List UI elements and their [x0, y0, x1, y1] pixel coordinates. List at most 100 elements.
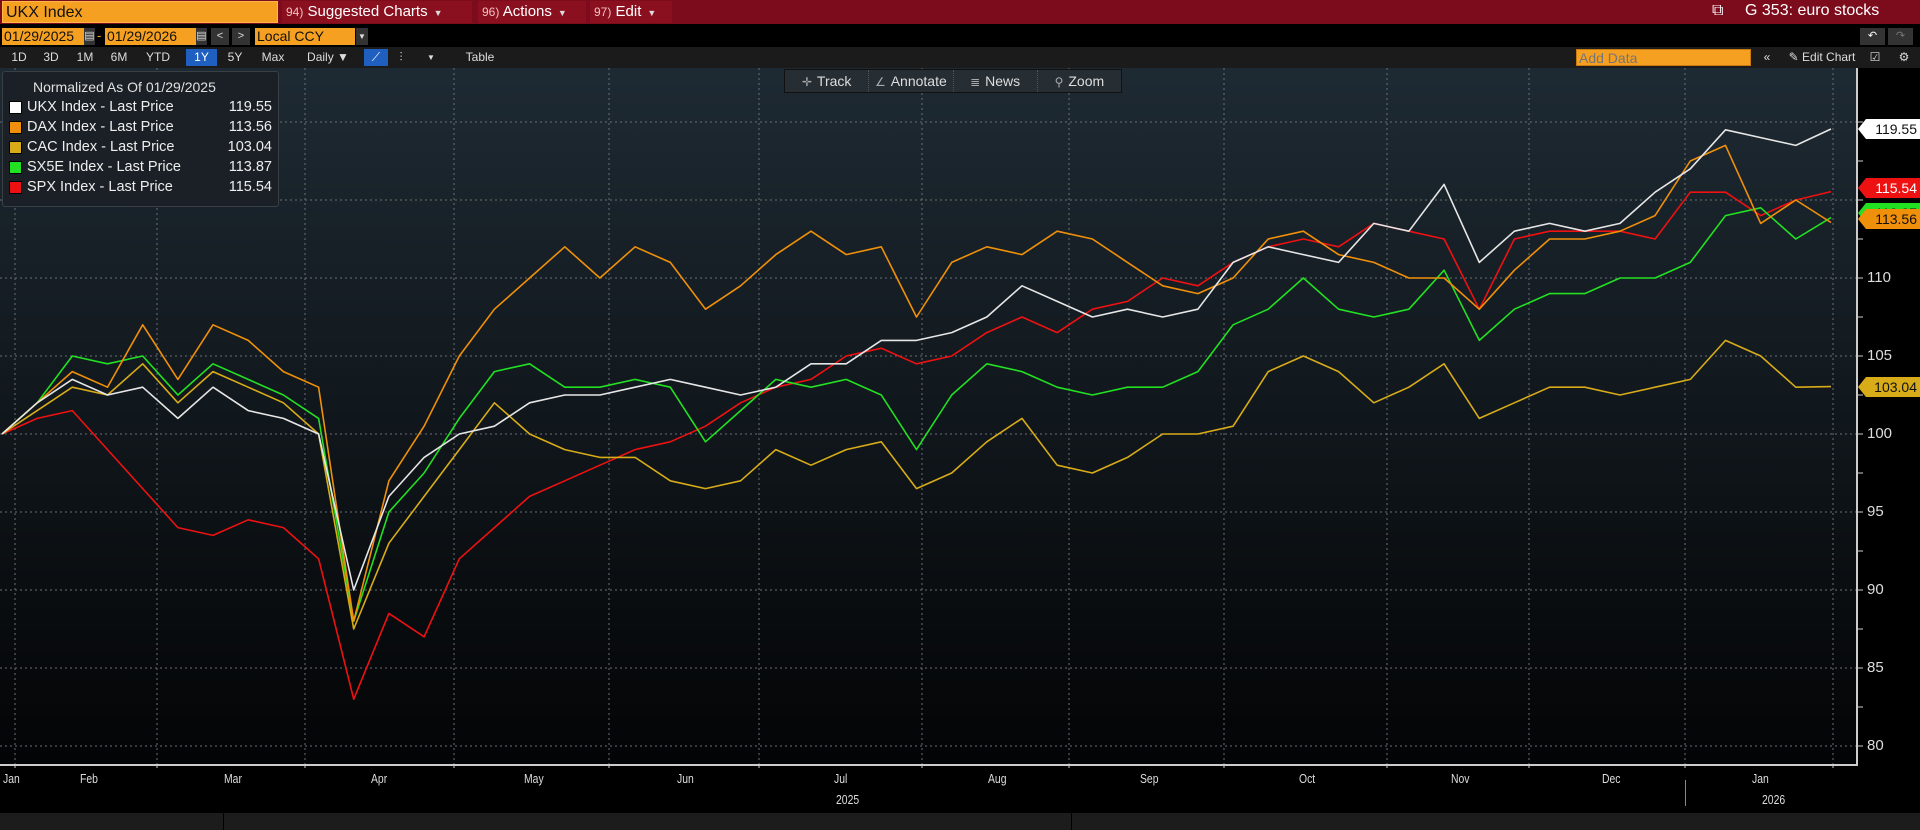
news-icon: ≣ [970, 75, 981, 89]
period-6m[interactable]: 6M [108, 49, 130, 66]
external-link-icon[interactable]: ⧉ [1712, 2, 1723, 20]
year-divider [1685, 780, 1686, 806]
legend-series-name: CAC Index - Last Price [27, 139, 175, 155]
edit-chart-button[interactable]: ✎ Edit Chart [1780, 49, 1864, 66]
period-ytd[interactable]: YTD [142, 49, 174, 66]
zoom-icon: ⚲ [1054, 75, 1064, 89]
chart-toolbar: ✛ Track ∠ Annotate ≣ News ⚲ Zoom [784, 69, 1122, 93]
x-month-label: May [524, 771, 544, 786]
legend: Normalized As Of 01/29/2025 UKX Index - … [2, 71, 279, 207]
edit-menu[interactable]: 97) Edit ▼ [590, 1, 672, 23]
tool-zoom[interactable]: ⚲ Zoom [1038, 70, 1121, 92]
legend-series-name: SPX Index - Last Price [27, 179, 173, 195]
period-5y[interactable]: 5Y [222, 49, 248, 66]
legend-last-value: 113.87 [228, 159, 272, 175]
divider [223, 813, 224, 830]
frequency-select[interactable]: Daily ▼ [300, 49, 356, 66]
last-price-tag: 119.55 [1858, 119, 1920, 140]
y-tick-label: 80 [1867, 737, 1884, 754]
period-1d[interactable]: 1D [8, 49, 30, 66]
legend-last-value: 103.04 [227, 139, 272, 155]
edit-chart-label: Edit Chart [1802, 50, 1856, 64]
period-3d[interactable]: 3D [40, 49, 62, 66]
x-month-label: Apr [371, 771, 388, 786]
x-month-label: Aug [988, 771, 1007, 786]
start-date-input[interactable]: 01/29/2025 [2, 28, 84, 45]
tool-annotate[interactable]: ∠ Annotate [869, 70, 954, 92]
line-chart[interactable] [0, 68, 1920, 768]
x-month-label: Jan [3, 771, 20, 786]
x-month-label: Jul [834, 771, 848, 786]
last-price-tag: 113.56 [1858, 209, 1920, 229]
actions-menu[interactable]: 96) Actions ▼ [478, 1, 586, 23]
calendar-icon[interactable]: ▤ [196, 28, 207, 45]
y-tick-label: 90 [1867, 581, 1884, 598]
security-input[interactable]: UKX Index [2, 1, 278, 23]
tool-label: Track [816, 73, 852, 89]
menu-number: 94) [286, 5, 304, 19]
gear-icon[interactable]: ⚙ [1894, 49, 1914, 66]
tool-track[interactable]: ✛ Track [785, 70, 870, 92]
chevron-down-icon[interactable]: ▼ [424, 49, 438, 66]
chevron-down-icon[interactable]: ▼ [356, 28, 368, 45]
menu-label: Actions [502, 3, 552, 20]
add-data-input[interactable] [1576, 49, 1751, 66]
caret-down-icon: ▼ [557, 8, 567, 18]
legend-series-name: UKX Index - Last Price [27, 99, 174, 115]
legend-item[interactable]: UKX Index - Last Price 119.55 [9, 97, 272, 117]
x-month-label: Mar [224, 771, 242, 786]
period-1y[interactable]: 1Y [186, 49, 217, 66]
end-date-input[interactable]: 01/29/2026 [105, 28, 196, 45]
caret-down-icon: ▼ [433, 8, 443, 18]
next-period-button[interactable]: > [232, 28, 250, 45]
menu-label: Edit [615, 3, 642, 20]
table-button[interactable]: Table [460, 49, 500, 66]
legend-item[interactable]: CAC Index - Last Price 103.04 [9, 137, 272, 157]
suggested-charts-menu[interactable]: 94) Suggested Charts ▼ [282, 1, 472, 23]
legend-swatch [9, 180, 22, 194]
legend-item[interactable]: SX5E Index - Last Price 113.87 [9, 157, 272, 177]
line-chart-icon[interactable]: ⟋ [364, 49, 388, 66]
undo-button[interactable]: ↶ [1860, 28, 1885, 45]
legend-title: Normalized As Of 01/29/2025 [33, 79, 216, 95]
annotate-check-icon[interactable]: ☑ [1866, 49, 1884, 66]
y-tick-label: 105 [1867, 347, 1893, 364]
x-month-label: Oct [1299, 771, 1316, 786]
x-year-label: 2026 [1762, 792, 1786, 807]
legend-swatch [9, 100, 22, 114]
caret-down-icon: ▼ [647, 8, 657, 18]
legend-last-value: 119.55 [228, 99, 272, 115]
status-bar [0, 813, 1920, 830]
legend-item[interactable]: SPX Index - Last Price 115.54 [9, 177, 272, 197]
currency-select[interactable]: Local CCY [255, 28, 355, 45]
menu-number: 97) [594, 5, 612, 19]
annotate-icon: ∠ [874, 75, 886, 89]
x-month-label: Sep [1140, 771, 1159, 786]
tool-label: Annotate [890, 73, 947, 89]
tool-label: News [985, 73, 1021, 89]
bar-chart-icon[interactable]: ⫶ [390, 49, 412, 66]
track-icon: ✛ [801, 75, 812, 89]
y-tick-label: 85 [1867, 659, 1884, 676]
collapse-button[interactable]: « [1758, 49, 1776, 66]
range-dash: - [97, 28, 102, 43]
legend-last-value: 115.54 [228, 179, 272, 195]
tool-news[interactable]: ≣ News [954, 70, 1038, 92]
prev-period-button[interactable]: < [211, 28, 229, 45]
redo-button[interactable]: ↷ [1888, 28, 1913, 45]
calendar-icon[interactable]: ▤ [84, 28, 95, 45]
period-1m[interactable]: 1M [74, 49, 96, 66]
tool-label: Zoom [1068, 73, 1105, 89]
last-price-tag: 115.54 [1858, 178, 1920, 198]
divider [1071, 813, 1072, 830]
pencil-icon: ✎ [1788, 50, 1799, 64]
menu-number: 96) [482, 5, 500, 19]
legend-item[interactable]: DAX Index - Last Price 113.56 [9, 117, 272, 137]
period-max[interactable]: Max [256, 49, 290, 66]
legend-series-name: SX5E Index - Last Price [27, 159, 181, 175]
y-tick-label: 100 [1867, 425, 1893, 442]
title-bar: UKX Index 94) Suggested Charts ▼ 96) Acti… [0, 0, 1920, 24]
x-month-label: Feb [80, 771, 98, 786]
x-month-label: Dec [1602, 771, 1621, 786]
x-year-label: 2025 [836, 792, 860, 807]
